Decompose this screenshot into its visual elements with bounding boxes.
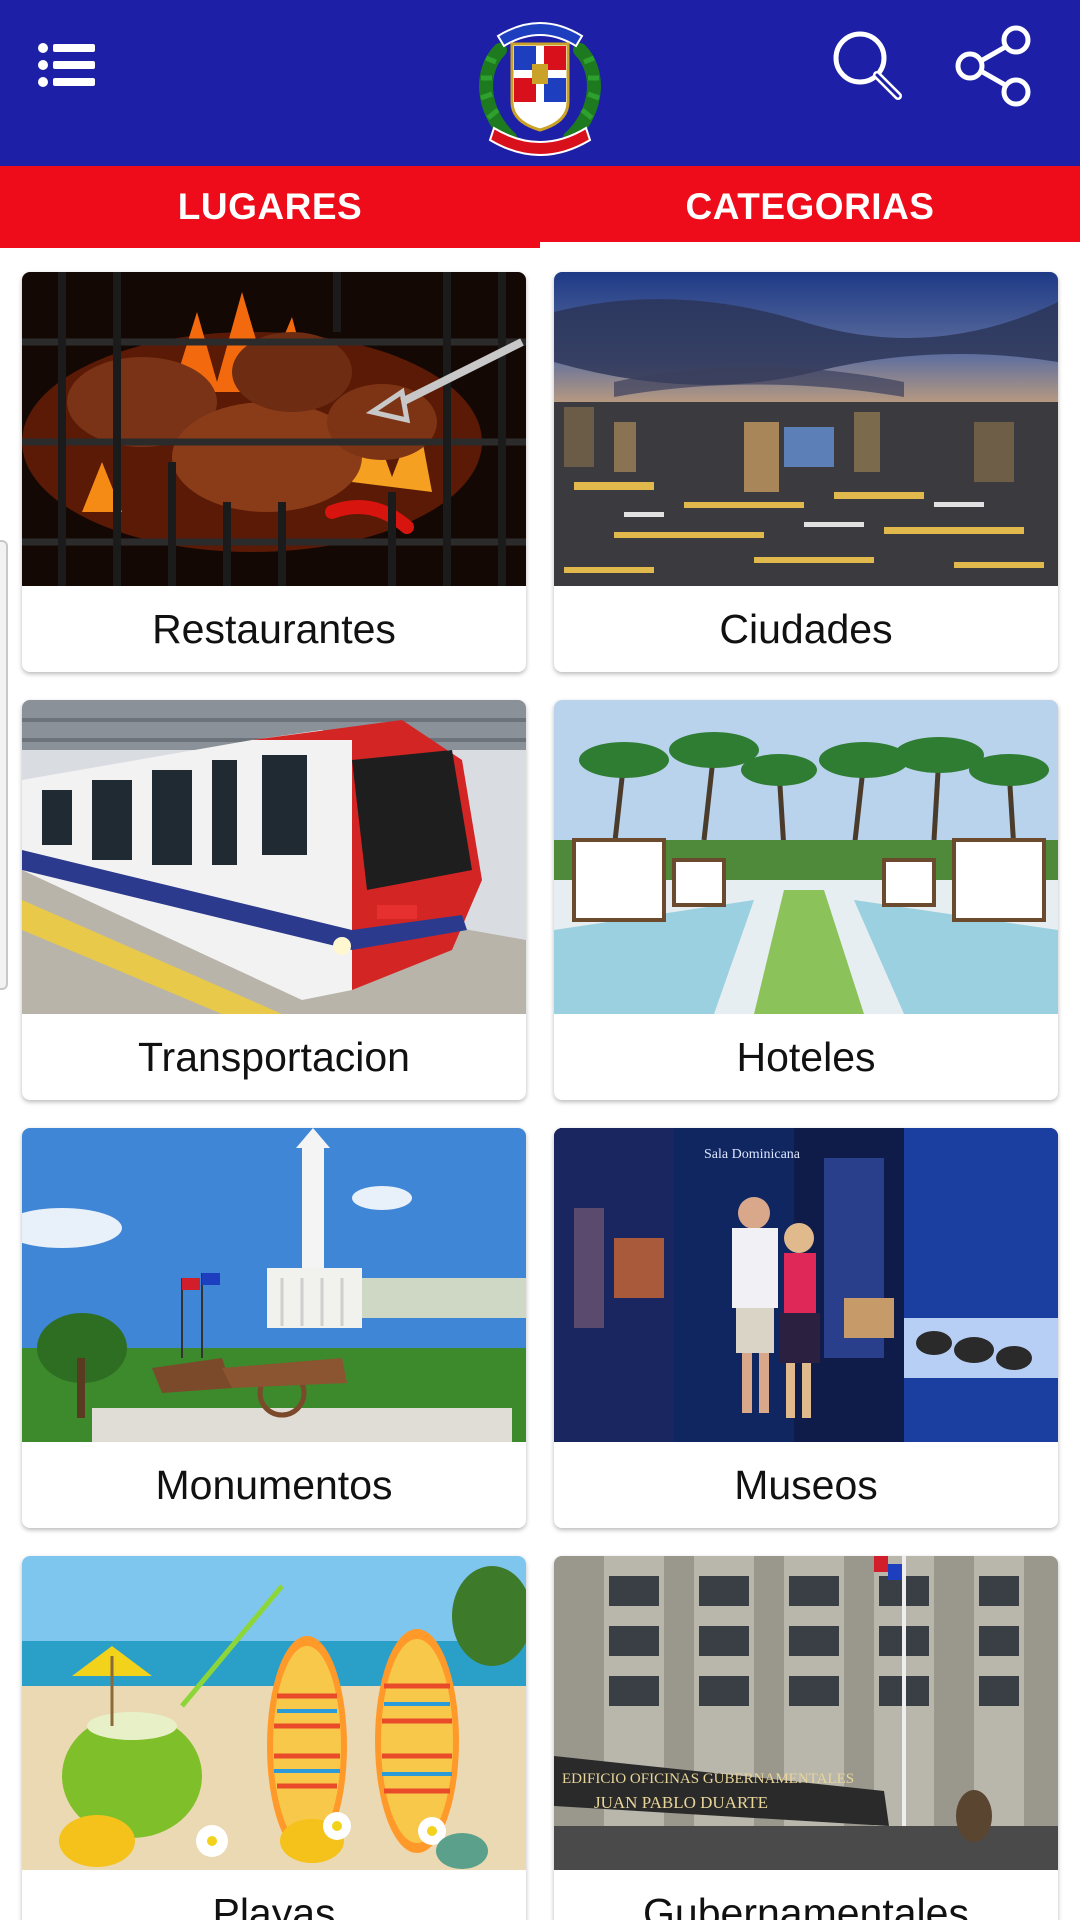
metro-train-photo	[22, 700, 526, 1014]
category-card-playas[interactable]: Playas	[22, 1556, 526, 1920]
category-label: Gubernamentales	[643, 1889, 969, 1920]
tab-lugares[interactable]: LUGARES	[0, 166, 540, 248]
museum-sign-text: Sala Dominicana	[704, 1147, 801, 1162]
category-label: Museos	[734, 1461, 878, 1508]
tab-label: CATEGORIAS	[685, 186, 935, 227]
category-label: Playas	[212, 1889, 336, 1920]
category-card-museos[interactable]: Sala Dominicana Museos	[554, 1128, 1058, 1528]
grilled-meat-photo	[22, 272, 526, 586]
search-icon	[833, 31, 902, 100]
government-building-photo: EDIFICIO OFICINAS GUBERNAMENTALES JUAN P…	[554, 1556, 1058, 1870]
building-sign-line1: EDIFICIO OFICINAS GUBERNAMENTALES	[562, 1771, 854, 1787]
category-label: Transportacion	[138, 1033, 410, 1080]
app-bar	[0, 0, 1080, 166]
category-label: Ciudades	[719, 605, 893, 652]
tab-label: LUGARES	[177, 186, 363, 227]
category-card-hoteles[interactable]: Hoteles	[554, 700, 1058, 1100]
tab-categorias[interactable]: CATEGORIAS	[540, 166, 1080, 248]
category-label: Restaurantes	[152, 605, 396, 652]
monument-statue-photo	[22, 1128, 526, 1442]
share-button[interactable]	[952, 24, 1036, 108]
selected-tab-indicator	[540, 242, 1080, 248]
category-label: Hoteles	[736, 1033, 876, 1080]
tab-bar: LUGARES CATEGORIAS	[0, 166, 1080, 248]
resort-palm-garden-photo	[554, 700, 1058, 1014]
category-card-restaurantes[interactable]: Restaurantes	[22, 272, 526, 672]
edge-panel-handle[interactable]	[0, 540, 8, 990]
category-card-gubernamentales[interactable]: EDIFICIO OFICINAS GUBERNAMENTALES JUAN P…	[554, 1556, 1058, 1920]
category-card-transportacion[interactable]: Transportacion	[22, 700, 526, 1100]
search-button[interactable]	[828, 26, 908, 106]
beach-sandals-coconut-photo	[22, 1556, 526, 1870]
category-card-monumentos[interactable]: Monumentos	[22, 1128, 526, 1528]
share-icon	[955, 25, 1031, 107]
building-sign-line2: JUAN PABLO DUARTE	[594, 1793, 768, 1812]
category-label: Monumentos	[155, 1461, 393, 1508]
menu-list-icon	[38, 43, 95, 87]
category-card-ciudades[interactable]: Ciudades	[554, 272, 1058, 672]
city-night-skyline-photo	[554, 272, 1058, 586]
museum-exhibit-photo: Sala Dominicana	[554, 1128, 1058, 1442]
menu-button[interactable]	[30, 30, 104, 100]
coat-of-arms-logo	[470, 10, 610, 156]
